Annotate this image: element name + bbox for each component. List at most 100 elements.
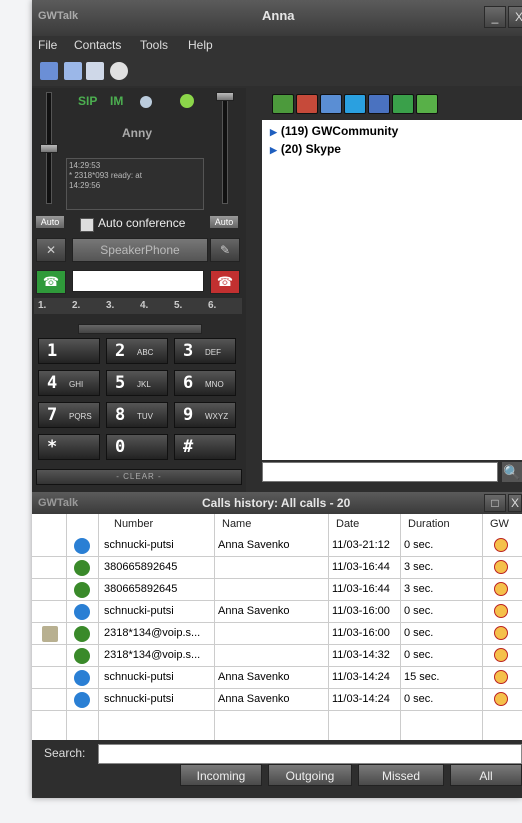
log-line: 14:29:53: [69, 161, 101, 170]
menu-tools[interactable]: Tools: [140, 38, 168, 52]
menu-file[interactable]: File: [38, 38, 57, 52]
edit-icon[interactable]: [40, 62, 58, 80]
skype-call-icon: [74, 692, 90, 708]
key-letters: GHI: [69, 380, 84, 389]
table-row[interactable]: 2318*134@voip.s... 11/03-14:32 0 sec.: [32, 646, 522, 667]
im-status: IM: [110, 94, 124, 108]
key-7[interactable]: 7 PQRS: [38, 402, 100, 428]
key-3[interactable]: 3 DEF: [174, 338, 236, 364]
contact-group-gwcommunity[interactable]: ▶ (119) GWCommunity: [270, 124, 398, 138]
cell-number: 380665892645: [104, 583, 178, 595]
line-4[interactable]: 4.: [140, 300, 148, 311]
key-digit: #: [183, 437, 194, 457]
search-icon[interactable]: 🔍: [502, 462, 522, 482]
contact-search-input[interactable]: [262, 462, 498, 482]
line-5[interactable]: 5.: [174, 300, 182, 311]
line-1[interactable]: 1.: [38, 300, 46, 311]
line-3[interactable]: 3.: [106, 300, 114, 311]
cell-date: 11/03-14:24: [332, 693, 390, 705]
table-row[interactable]: schnucki-putsi Anna Savenko 11/03-14:24 0 s…: [32, 690, 522, 711]
close-button[interactable]: X: [508, 6, 522, 28]
incoming-filter-button[interactable]: Incoming: [180, 764, 262, 786]
key-0[interactable]: 0: [106, 434, 168, 460]
missed-filter-button[interactable]: Missed: [358, 764, 444, 786]
online-check-icon[interactable]: [180, 94, 194, 108]
app-name: GWTalk: [38, 10, 79, 22]
expand-icon[interactable]: ▶: [270, 145, 277, 155]
table-row[interactable]: schnucki-putsi Anna Savenko 11/03-14:24 15 …: [32, 668, 522, 689]
speaker-volume-slider[interactable]: [222, 92, 228, 204]
history-close-button[interactable]: X: [508, 494, 522, 512]
col-gw[interactable]: GW: [490, 518, 509, 530]
key-1[interactable]: 1: [38, 338, 100, 364]
message-icon[interactable]: [368, 94, 390, 114]
key-letters: TUV: [137, 412, 153, 421]
table-row[interactable]: schnucki-putsi Anna Savenko 11/03-16:00 0 s…: [32, 602, 522, 623]
all-filter-button[interactable]: All: [450, 764, 522, 786]
key-digit: 2: [115, 341, 126, 361]
key-8[interactable]: 8 TUV: [106, 402, 168, 428]
auto-right-button[interactable]: Auto: [210, 216, 238, 228]
cell-date: 11/03-16:44: [332, 583, 390, 595]
menu-help[interactable]: Help: [188, 38, 213, 52]
contact-group-skype[interactable]: ▶ (20) Skype: [270, 142, 341, 156]
auto-conference-checkbox[interactable]: [80, 218, 94, 232]
key-letters: WXYZ: [205, 412, 229, 421]
key-5[interactable]: 5 JKL: [106, 370, 168, 396]
restore-icon[interactable]: □: [484, 494, 506, 512]
col-duration[interactable]: Duration: [408, 518, 450, 530]
col-number[interactable]: Number: [114, 518, 153, 530]
table-row[interactable]: 380665892645 11/03-16:44 3 sec.: [32, 580, 522, 601]
phone-call-icon: [74, 648, 90, 664]
mic-volume-knob[interactable]: [40, 144, 58, 153]
line-2[interactable]: 2.: [72, 300, 80, 311]
group-icon[interactable]: [320, 94, 342, 114]
col-name[interactable]: Name: [222, 518, 251, 530]
mute-speaker-icon[interactable]: ✎: [210, 238, 240, 262]
contact-card-icon[interactable]: [86, 62, 104, 80]
cell-name: Anna Savenko: [218, 671, 290, 683]
key-6[interactable]: 6 MNO: [174, 370, 236, 396]
gwtalk-window: GWTalk Anna _ X File Contacts Tools Help…: [32, 0, 522, 798]
key-4[interactable]: 4 GHI: [38, 370, 100, 396]
skype-call-icon: [74, 670, 90, 686]
notes-icon[interactable]: [392, 94, 414, 114]
outgoing-filter-button[interactable]: Outgoing: [268, 764, 352, 786]
col-date[interactable]: Date: [336, 518, 359, 530]
history-title-bar: GWTalk Calls history: All calls - 20 □ X: [32, 492, 522, 514]
group-name: GWCommunity: [311, 124, 399, 138]
mute-mic-icon[interactable]: ✕: [36, 238, 66, 262]
add-contact-icon[interactable]: [272, 94, 294, 114]
cell-number: schnucki-putsi: [104, 605, 174, 617]
table-row[interactable]: schnucki-putsi Anna Savenko 11/03-21:12 0 s…: [32, 536, 522, 557]
settings-reel-icon[interactable]: [110, 62, 128, 80]
clear-button[interactable]: - CLEAR -: [36, 469, 242, 485]
note-icon[interactable]: [42, 626, 58, 642]
table-row[interactable]: 2318*134@voip.s... 11/03-16:00 0 sec.: [32, 624, 522, 645]
cell-name: Anna Savenko: [218, 539, 290, 551]
skype-icon[interactable]: [344, 94, 366, 114]
list-icon[interactable]: [416, 94, 438, 114]
key-2[interactable]: 2 ABC: [106, 338, 168, 364]
table-row[interactable]: 380665892645 11/03-16:44 3 sec.: [32, 558, 522, 579]
minimize-button[interactable]: _: [484, 6, 506, 28]
menu-contacts[interactable]: Contacts: [74, 38, 121, 52]
hangup-icon[interactable]: ☎: [210, 270, 240, 294]
remove-contact-icon[interactable]: [296, 94, 318, 114]
expand-icon[interactable]: ▶: [270, 127, 277, 137]
speakerphone-button[interactable]: SpeakerPhone: [72, 238, 208, 262]
dial-input[interactable]: [72, 270, 204, 292]
speaker-volume-knob[interactable]: [216, 92, 234, 101]
document-icon[interactable]: [64, 62, 82, 80]
globe-icon: [140, 96, 152, 108]
menu-bar: File Contacts Tools Help: [32, 36, 522, 56]
key-9[interactable]: 9 WXYZ: [174, 402, 236, 428]
key-hash[interactable]: #: [174, 434, 236, 460]
line-6[interactable]: 6.: [208, 300, 216, 311]
group-name: Skype: [305, 142, 341, 156]
history-search-input[interactable]: [98, 744, 522, 764]
call-icon[interactable]: ☎: [36, 270, 66, 294]
auto-left-button[interactable]: Auto: [36, 216, 64, 228]
keypad-toggle[interactable]: [78, 324, 202, 334]
key-star[interactable]: *: [38, 434, 100, 460]
